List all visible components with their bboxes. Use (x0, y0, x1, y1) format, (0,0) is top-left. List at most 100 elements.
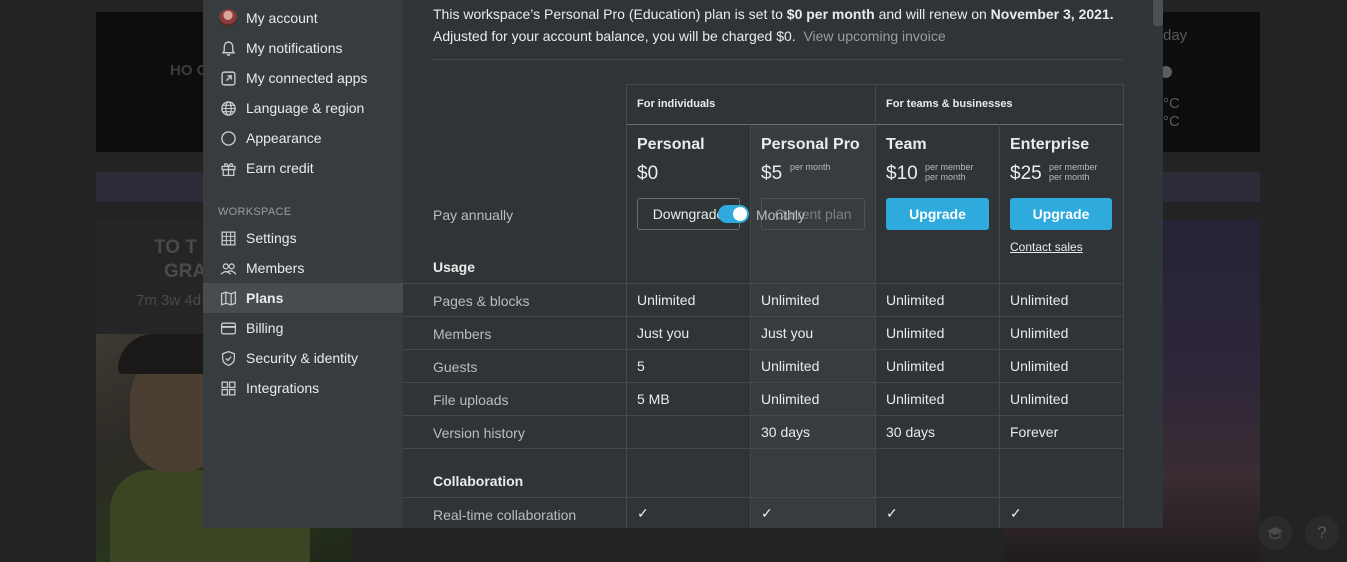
grid-line (999, 124, 1000, 528)
weather-day: day (1163, 27, 1188, 44)
row-label-pages-blocks: Pages & blocks (433, 293, 530, 309)
weather-temp-high: °C (1163, 95, 1180, 112)
table-cell: 30 days (761, 424, 811, 440)
table-cell: 30 days (886, 424, 936, 440)
usage-section-heading: Usage (433, 259, 476, 275)
moon-icon (219, 129, 237, 147)
grid-line (403, 382, 1123, 383)
plan-name-enterprise: Enterprise (1010, 136, 1090, 153)
sidebar-item-appearance[interactable]: Appearance (203, 123, 403, 153)
plan-price-team: $10 (886, 163, 918, 184)
notice-renew-date: November 3, 2021. (990, 6, 1114, 22)
sidebar-item-security-identity[interactable]: Security & identity (203, 343, 403, 373)
help-button[interactable]: ? (1305, 516, 1339, 550)
sidebar-item-my-connected-apps[interactable]: My connected apps (203, 63, 403, 93)
plan-name-personal: Personal (637, 136, 705, 153)
weather-temp-low: °C (1163, 113, 1180, 130)
table-cell: Unlimited (761, 292, 820, 308)
group-individuals-label: For individuals (637, 98, 716, 110)
grid-line (750, 124, 751, 528)
graduation-cap-icon[interactable] (1258, 516, 1292, 550)
sidebar-item-settings[interactable]: Settings (203, 223, 403, 253)
sidebar-item-label: Billing (246, 320, 284, 336)
clock-text: HO C (170, 62, 208, 79)
row-label-guests: Guests (433, 359, 478, 375)
sidebar-item-earn-credit[interactable]: Earn credit (203, 153, 403, 183)
table-cell: Unlimited (886, 358, 945, 374)
grid-line (626, 84, 627, 528)
collaboration-section-heading: Collaboration (433, 473, 524, 489)
row-label-version-history: Version history (433, 425, 525, 441)
notice-balance-text: Adjusted for your account balance, you w… (433, 28, 796, 44)
checkmark-icon: ✓ (886, 505, 898, 521)
countdown-subtitle: 7m 3w 4d (136, 292, 202, 309)
table-cell: Unlimited (761, 358, 820, 374)
sidebar-item-integrations[interactable]: Integrations (203, 373, 403, 403)
notice-text: and will renew on (874, 6, 991, 22)
table-cell: 5 (637, 358, 645, 374)
row-label-realtime-collaboration: Real-time collaboration (433, 507, 577, 523)
settings-sidebar: My account My notifications My connected… (203, 0, 403, 528)
sidebar-item-language-region[interactable]: Language & region (203, 93, 403, 123)
sidebar-item-my-notifications[interactable]: My notifications (203, 33, 403, 63)
plans-panel: This workspace’s Personal Pro (Education… (403, 0, 1163, 528)
billing-period-toggle[interactable] (718, 205, 749, 223)
view-invoice-link[interactable]: View upcoming invoice (803, 28, 945, 44)
table-cell: Unlimited (886, 391, 945, 407)
sidebar-item-label: Earn credit (246, 160, 314, 176)
group-teams-label: For teams & businesses (886, 98, 1013, 110)
people-icon (219, 259, 237, 277)
upgrade-team-button[interactable]: Upgrade (886, 198, 989, 230)
contact-sales-link[interactable]: Contact sales (1010, 240, 1083, 254)
map-icon (219, 289, 237, 307)
grid-line (403, 283, 1123, 284)
scrollbar-track[interactable] (1153, 0, 1163, 528)
table-cell: Unlimited (1010, 325, 1069, 341)
shield-check-icon (219, 349, 237, 367)
grid-line (403, 497, 1123, 498)
sidebar-item-members[interactable]: Members (203, 253, 403, 283)
plan-price-period: per month (790, 162, 831, 172)
sidebar-item-label: Appearance (246, 130, 322, 146)
table-cell: Unlimited (637, 292, 696, 308)
monthly-label: Monthly (756, 207, 806, 223)
checkmark-icon: ✓ (1010, 505, 1022, 521)
plan-price-period: per member per month (925, 162, 974, 182)
table-cell: Unlimited (1010, 358, 1069, 374)
sidebar-item-plans[interactable]: Plans (203, 283, 403, 313)
workspace-section-label: WORKSPACE (218, 206, 292, 218)
sidebar-item-label: Security & identity (246, 350, 359, 366)
plan-name-team: Team (886, 136, 927, 153)
grid-icon (219, 379, 237, 397)
credit-card-icon (219, 319, 237, 337)
notice-price: $0 per month (786, 6, 875, 22)
grid-line (403, 448, 1123, 449)
table-cell: Forever (1010, 424, 1059, 440)
sidebar-item-my-account[interactable]: My account (203, 3, 403, 33)
countdown-title: TO T GRA (154, 237, 207, 282)
scrollbar-thumb[interactable] (1153, 0, 1163, 26)
settings-grid-icon (219, 229, 237, 247)
plan-price-personal: $0 (637, 163, 659, 184)
sidebar-item-label: My notifications (246, 40, 343, 56)
table-cell: Unlimited (1010, 292, 1069, 308)
sidebar-item-label: Members (246, 260, 305, 276)
grid-line (1123, 84, 1124, 528)
grid-line (403, 316, 1123, 317)
sidebar-item-label: Integrations (246, 380, 320, 396)
sidebar-item-label: Language & region (246, 100, 365, 116)
sidebar-item-label: My connected apps (246, 70, 368, 86)
plan-price-personal-pro: $5 (761, 163, 783, 184)
plan-notice: This workspace’s Personal Pro (Education… (433, 3, 1133, 47)
plan-price-period: per member per month (1049, 162, 1098, 182)
table-cell: Unlimited (761, 391, 820, 407)
globe-icon (219, 99, 237, 117)
pay-annually-label: Pay annually (433, 207, 514, 223)
table-cell: Just you (761, 325, 814, 341)
table-cell: Just you (637, 325, 690, 341)
bell-icon (219, 39, 237, 57)
table-cell: Unlimited (1010, 391, 1069, 407)
upgrade-enterprise-button[interactable]: Upgrade (1010, 198, 1112, 230)
divider (433, 59, 1123, 60)
sidebar-item-billing[interactable]: Billing (203, 313, 403, 343)
